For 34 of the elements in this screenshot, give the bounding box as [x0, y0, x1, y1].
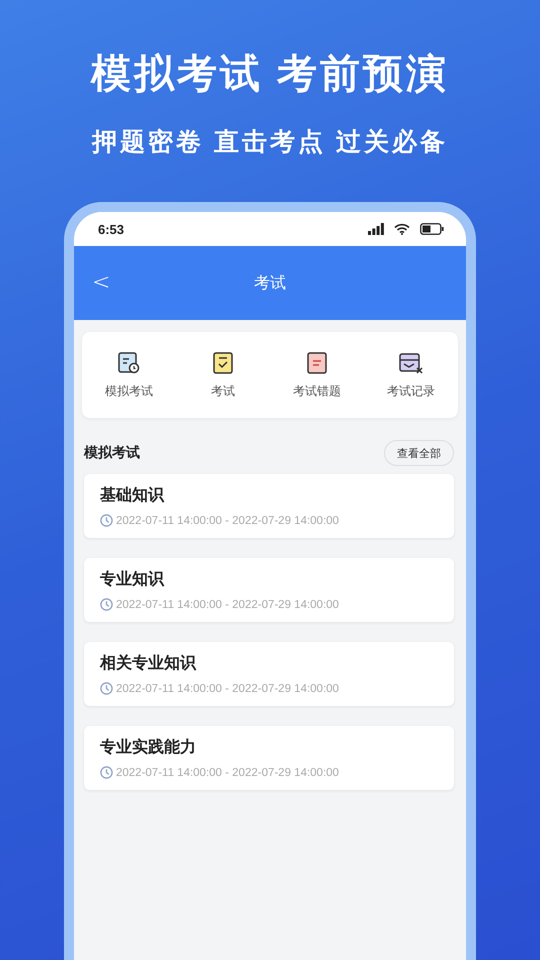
shortcut-button[interactable]: 考试错题 — [270, 332, 364, 418]
document-clock-icon — [117, 350, 141, 374]
status-time: 6:53 — [98, 222, 124, 236]
shortcut-button[interactable]: 模拟考试 — [82, 332, 176, 418]
exam-card[interactable]: 专业实践能力 2022-07-11 14:00:00 - 2022-07-29 14:00:00 — [84, 726, 454, 790]
exam-period: 2022-07-11 14:00:00 - 2022-07-29 14:00:00 — [116, 598, 339, 610]
exam-name: 基础知识 — [100, 486, 166, 506]
exam-card[interactable]: 专业知识 2022-07-11 14:00:00 - 2022-07-29 14:00:00 — [84, 558, 454, 622]
promo-headline: 模拟考试 考前预演 — [90, 51, 450, 98]
checklist-icon — [211, 350, 235, 374]
exam-name: 相关专业知识 — [100, 653, 198, 674]
clock-icon — [100, 598, 113, 611]
shortcut-button[interactable]: 考试记录 — [364, 332, 458, 418]
clock-icon — [100, 514, 113, 527]
exam-period: 2022-07-11 14:00:00 - 2022-07-29 14:00:00 — [116, 514, 339, 526]
exam-period: 2022-07-11 14:00:00 - 2022-07-29 14:00:00 — [116, 766, 339, 778]
exam-name: 专业知识 — [100, 569, 166, 590]
nav-title: 考试 — [254, 274, 286, 294]
wifi-icon — [394, 223, 410, 235]
promo-subline: 押题密卷 直击考点 过关必备 — [92, 127, 448, 158]
battery-icon — [420, 223, 444, 235]
signal-icon — [368, 223, 384, 235]
tray-cross-icon — [398, 350, 424, 374]
document-icon — [305, 350, 329, 374]
exam-card[interactable]: 基础知识 2022-07-11 14:00:00 - 2022-07-29 14:00:00 — [84, 474, 454, 538]
section-title: 模拟考试 — [84, 444, 140, 462]
view-all-button[interactable]: 查看全部 — [384, 440, 454, 466]
exam-card[interactable]: 相关专业知识 2022-07-11 14:00:00 - 2022-07-29 14:00:00 — [84, 642, 454, 706]
exam-period: 2022-07-11 14:00:00 - 2022-07-29 14:00:00 — [116, 682, 339, 694]
clock-icon — [100, 682, 113, 695]
shortcut-button[interactable]: 考试 — [176, 332, 270, 418]
clock-icon — [100, 766, 113, 779]
exam-name: 专业实践能力 — [100, 737, 197, 758]
back-button[interactable]: < — [86, 270, 116, 295]
